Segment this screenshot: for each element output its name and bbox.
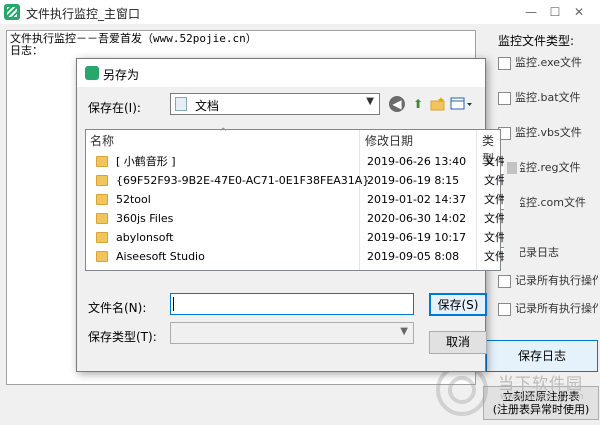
- file-type: 文件: [484, 155, 506, 168]
- file-type: 文件: [484, 231, 506, 244]
- checkbox-label: 监控.com文件: [515, 196, 586, 209]
- main-window-title: 文件执行监控_主窗口: [26, 7, 141, 21]
- checkbox-box[interactable]: [498, 91, 511, 105]
- file-date: 2019-06-26 13:40: [367, 155, 467, 168]
- file-date: 2020-06-30 14:02: [367, 212, 467, 225]
- file-type: 文件: [484, 174, 506, 187]
- column-header-name[interactable]: 名称: [90, 132, 114, 150]
- log-line: 文件执行监控－－吾爱首发（www.52pojie.cn）: [10, 32, 257, 45]
- watermark-url: www.downxia.com: [500, 392, 584, 402]
- text-caret: [173, 297, 174, 311]
- file-date: 2019-06-19 8:15: [367, 174, 460, 187]
- file-name: [ 小鹤音形 ]: [116, 155, 176, 168]
- close-button[interactable]: ✕: [556, 0, 600, 24]
- filetype-dropdown[interactable]: ▼: [170, 322, 414, 344]
- save-in-dropdown[interactable]: 文档 ▼: [170, 93, 380, 115]
- documents-folder-icon: [175, 97, 187, 111]
- up-folder-icon[interactable]: ⬆: [410, 96, 426, 112]
- checkbox-log-all[interactable]: 记录所有执行操作: [498, 272, 598, 290]
- save-in-label: 保存在(I):: [88, 101, 141, 115]
- checkbox-label: 监控.exe文件: [515, 56, 583, 69]
- view-menu-icon[interactable]: [450, 96, 474, 112]
- checkbox-bat[interactable]: 监控.bat文件: [498, 89, 598, 107]
- file-name: 52tool: [116, 193, 151, 206]
- app-icon: [4, 4, 20, 20]
- checkbox-label: 记录日志: [515, 246, 559, 259]
- file-row[interactable]: 360js Files 2020-06-30 14:02 文件: [86, 209, 506, 228]
- checkbox-log-all-2[interactable]: 记录所有执行操作: [498, 300, 598, 318]
- folder-icon: [96, 232, 108, 243]
- file-date: 2019-01-02 14:37: [367, 193, 467, 206]
- filetype-label: 保存类型(T):: [88, 330, 157, 344]
- file-row[interactable]: 52tool 2019-01-02 14:37 文件: [86, 190, 506, 209]
- checkbox-exe[interactable]: 监控.exe文件: [498, 54, 598, 72]
- chevron-down-icon: ▼: [400, 326, 408, 337]
- file-row[interactable]: abylonsoft 2019-06-19 10:17 文件: [86, 228, 506, 247]
- dialog-titlebar: 另存为: [77, 59, 485, 87]
- save-in-value: 文档: [195, 99, 220, 113]
- watermark-text: 当下软件园: [498, 374, 584, 393]
- checkbox-box[interactable]: [498, 274, 511, 288]
- file-type: 文件: [484, 250, 506, 263]
- save-as-dialog: 另存为 保存在(I): 文档 ▼ ◀ ⬆ 名称 ^ 修改日期 类型 [ 小鹤音形…: [76, 58, 520, 372]
- chevron-down-icon: ▼: [366, 96, 374, 107]
- dialog-title: 另存为: [103, 68, 140, 82]
- cancel-button[interactable]: 取消: [429, 331, 487, 354]
- file-row[interactable]: Aiseesoft Studio 2019-09-05 8:08 文件: [86, 247, 506, 266]
- file-row[interactable]: [ 小鹤音形 ] 2019-06-26 13:40 文件: [86, 152, 506, 171]
- file-row[interactable]: {69F52F93-9B2E-47E0-AC71-0E1F38FEA31A} 20…: [86, 171, 506, 190]
- folder-icon: [96, 213, 108, 224]
- vertical-scrollbar[interactable]: [504, 150, 520, 270]
- file-name: 360js Files: [116, 212, 174, 225]
- monitor-types-title: 监控文件类型:: [498, 34, 575, 48]
- folder-icon: [96, 251, 108, 262]
- column-header-type[interactable]: 类型: [482, 132, 500, 166]
- checkbox-label: 监控.reg文件: [515, 161, 581, 174]
- checkbox-label: 监控.bat文件: [515, 91, 581, 104]
- file-name: abylonsoft: [116, 231, 174, 244]
- new-folder-icon[interactable]: [430, 96, 446, 112]
- checkbox-label: 记录所有执行操作: [515, 302, 598, 315]
- file-type: 文件: [484, 193, 506, 206]
- file-name: {69F52F93-9B2E-47E0-AC71-0E1F38FEA31A}: [116, 174, 370, 187]
- file-name: Aiseesoft Studio: [116, 250, 205, 263]
- folder-icon: [96, 194, 108, 205]
- checkbox-label: 监控.vbs文件: [515, 126, 582, 139]
- file-type: 文件: [484, 212, 506, 225]
- save-button[interactable]: 保存(S): [429, 293, 487, 316]
- back-icon[interactable]: ◀: [389, 96, 405, 112]
- log-line: 日志：: [10, 44, 43, 57]
- checkbox-label: 记录所有执行操作: [515, 274, 598, 287]
- checkbox-vbs[interactable]: 监控.vbs文件: [498, 124, 598, 142]
- column-header-date[interactable]: 修改日期: [365, 132, 413, 150]
- dialog-app-icon: [85, 66, 99, 80]
- file-date: 2019-09-05 8:08: [367, 250, 460, 263]
- main-titlebar: 文件执行监控_主窗口 — ☐ ✕: [0, 0, 600, 24]
- folder-icon: [96, 175, 108, 186]
- folder-icon: [96, 156, 108, 167]
- scrollbar-thumb[interactable]: [507, 162, 517, 174]
- sort-ascending-icon: ^: [219, 127, 228, 138]
- filename-input[interactable]: [170, 293, 414, 315]
- checkbox-box[interactable]: [498, 302, 511, 316]
- checkbox-box[interactable]: [498, 56, 511, 70]
- filename-label: 文件名(N):: [88, 301, 147, 315]
- file-date: 2019-06-19 10:17: [367, 231, 467, 244]
- file-list[interactable]: 名称 ^ 修改日期 类型 [ 小鹤音形 ] 2019-06-26 13:40 文件 …: [85, 127, 520, 271]
